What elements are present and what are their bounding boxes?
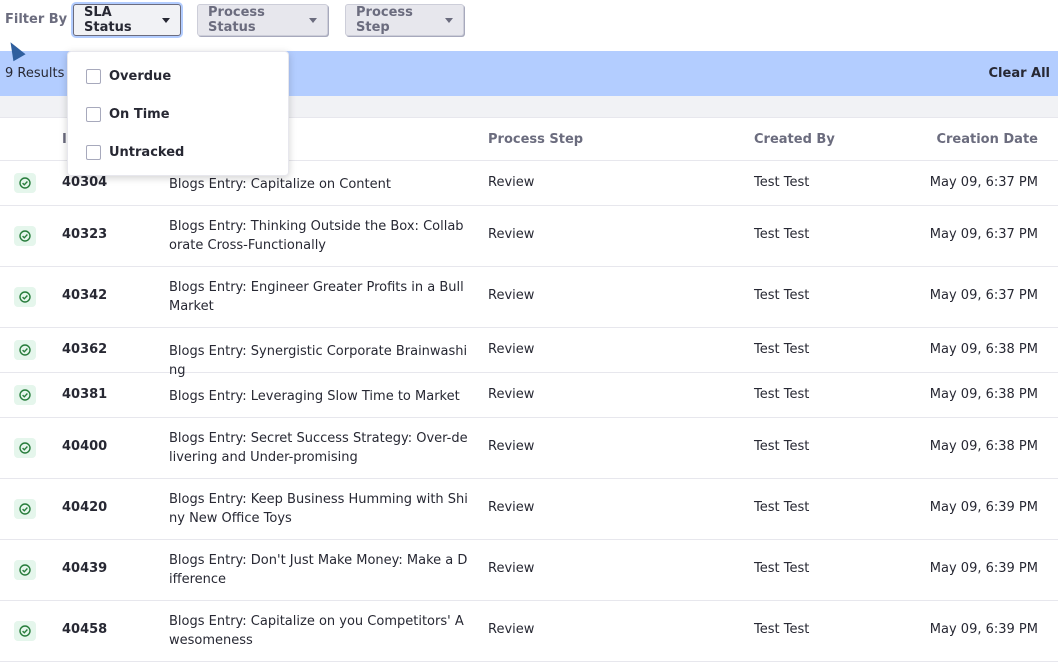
- table-row[interactable]: 40458 Blogs Entry: Capitalize on you Comp…: [0, 601, 1058, 662]
- row-creation-date: May 09, 6:37 PM: [929, 175, 1038, 190]
- row-creation-date: May 09, 6:37 PM: [929, 227, 1038, 242]
- sla-status-filter-button[interactable]: SLA Status: [73, 4, 181, 36]
- row-id[interactable]: 40400: [62, 439, 107, 454]
- check-circle-icon: [14, 621, 36, 641]
- row-item-subject: Blogs Entry: Don't Just Make Money: Make…: [169, 553, 468, 587]
- row-process-step: Review: [488, 439, 535, 454]
- row-id[interactable]: 40362: [62, 342, 107, 357]
- check-circle-icon: [14, 438, 36, 458]
- row-created-by: Test Test: [754, 439, 810, 454]
- row-item-subject: Blogs Entry: Leveraging Slow Time to Mar…: [169, 389, 460, 404]
- results-count-text: 9 Results f: [5, 66, 74, 81]
- check-circle-icon: [14, 499, 36, 519]
- table-row[interactable]: 40381 Blogs Entry: Leveraging Slow Time t…: [0, 373, 1058, 418]
- row-process-step: Review: [488, 342, 535, 357]
- clear-all-button[interactable]: Clear All: [989, 66, 1051, 81]
- row-id[interactable]: 40323: [62, 227, 107, 242]
- row-creation-date: May 09, 6:37 PM: [929, 288, 1038, 303]
- table-row[interactable]: 40420 Blogs Entry: Keep Business Humming …: [0, 479, 1058, 540]
- option-overdue[interactable]: Overdue: [86, 66, 171, 86]
- row-creation-date: May 09, 6:39 PM: [929, 561, 1038, 576]
- table-row[interactable]: 40362 Blogs Entry: Synergistic Corporate …: [0, 328, 1058, 378]
- table-row[interactable]: 40342 Blogs Entry: Engineer Greater Profi…: [0, 267, 1058, 328]
- row-created-by: Test Test: [754, 227, 810, 242]
- option-overdue-label: Overdue: [109, 68, 172, 84]
- row-created-by: Test Test: [754, 500, 810, 515]
- header-creation-date[interactable]: Creation Date: [936, 132, 1038, 147]
- row-process-step: Review: [488, 387, 535, 402]
- check-circle-icon: [14, 173, 36, 193]
- untracked-checkbox[interactable]: [86, 144, 101, 160]
- row-creation-date: May 09, 6:38 PM: [929, 387, 1038, 402]
- option-untracked[interactable]: Untracked: [86, 142, 184, 162]
- row-id[interactable]: 40342: [62, 288, 107, 303]
- row-process-step: Review: [488, 288, 535, 303]
- row-item-subject: Blogs Entry: Engineer Greater Profits in…: [169, 280, 464, 314]
- table-row[interactable]: 40439 Blogs Entry: Don't Just Make Money:…: [0, 540, 1058, 601]
- process-step-filter-button[interactable]: Process Step: [345, 4, 464, 36]
- row-creation-date: May 09, 6:38 PM: [929, 342, 1038, 357]
- caret-down-icon: [445, 17, 453, 23]
- row-item-subject: Blogs Entry: Keep Business Humming with …: [169, 492, 468, 526]
- row-item-subject: Blogs Entry: Secret Success Strategy: Ov…: [169, 431, 468, 465]
- row-item-subject: Blogs Entry: Capitalize on you Competito…: [169, 614, 464, 648]
- table-row[interactable]: 40323 Blogs Entry: Thinking Outside the B…: [0, 206, 1058, 267]
- row-process-step: Review: [488, 622, 535, 637]
- header-created-by[interactable]: Created By: [754, 132, 835, 147]
- row-id[interactable]: 40304: [62, 175, 107, 190]
- row-created-by: Test Test: [754, 342, 810, 357]
- caret-down-icon: [162, 17, 170, 23]
- row-created-by: Test Test: [754, 175, 810, 190]
- check-circle-icon: [14, 226, 36, 246]
- process-step-label: Process Step: [356, 5, 413, 35]
- row-created-by: Test Test: [754, 561, 810, 576]
- header-process-step[interactable]: Process Step: [488, 132, 583, 147]
- row-created-by: Test Test: [754, 288, 810, 303]
- row-created-by: Test Test: [754, 622, 810, 637]
- check-circle-icon: [14, 340, 36, 360]
- filter-by-label: Filter By: [5, 12, 68, 27]
- instances-table: I Process Step Created By Creation Date …: [0, 118, 1058, 662]
- check-circle-icon: [14, 385, 36, 405]
- table-body: 40304 Blogs Entry: Capitalize on Content R…: [0, 161, 1058, 662]
- row-id[interactable]: 40458: [62, 622, 107, 637]
- process-status-label: Process Status: [208, 5, 265, 35]
- row-process-step: Review: [488, 227, 535, 242]
- option-on-time-label: On Time: [109, 106, 170, 122]
- row-id[interactable]: 40439: [62, 561, 107, 576]
- option-untracked-label: Untracked: [109, 144, 185, 160]
- filter-bar: Filter By SLA Status Process Status Proc…: [0, 0, 1058, 40]
- sla-status-label: SLA Status: [84, 5, 132, 35]
- row-process-step: Review: [488, 175, 535, 190]
- row-creation-date: May 09, 6:39 PM: [929, 622, 1038, 637]
- row-item-subject: Blogs Entry: Capitalize on Content: [169, 177, 391, 192]
- overdue-checkbox[interactable]: [86, 68, 101, 84]
- row-id[interactable]: 40381: [62, 387, 107, 402]
- table-row[interactable]: 40400 Blogs Entry: Secret Success Strateg…: [0, 418, 1058, 479]
- option-on-time[interactable]: On Time: [86, 104, 170, 124]
- check-circle-icon: [14, 560, 36, 580]
- row-item-subject: Blogs Entry: Thinking Outside the Box: C…: [169, 219, 464, 253]
- process-status-filter-button[interactable]: Process Status: [197, 4, 328, 36]
- row-process-step: Review: [488, 561, 535, 576]
- check-circle-icon: [14, 287, 36, 307]
- row-id[interactable]: 40420: [62, 500, 107, 515]
- row-creation-date: May 09, 6:38 PM: [929, 439, 1038, 454]
- row-process-step: Review: [488, 500, 535, 515]
- row-creation-date: May 09, 6:39 PM: [929, 500, 1038, 515]
- caret-down-icon: [309, 17, 317, 23]
- on-time-checkbox[interactable]: [86, 106, 101, 122]
- sla-status-dropdown-menu: Overdue On Time Untracked: [67, 51, 289, 176]
- row-created-by: Test Test: [754, 387, 810, 402]
